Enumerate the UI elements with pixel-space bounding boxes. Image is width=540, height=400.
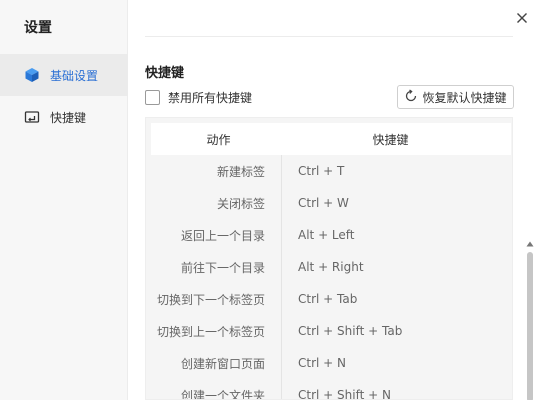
shortcut-cell[interactable]: Alt + Left — [282, 219, 512, 251]
table-row[interactable]: 创建一个文件夹 Ctrl + Shift + N — [146, 379, 512, 399]
shortcut-cell[interactable]: Ctrl + T — [282, 155, 512, 187]
shortcut-cell[interactable]: Ctrl + W — [282, 187, 512, 219]
restore-defaults-button[interactable]: 恢复默认快捷键 — [397, 85, 514, 109]
settings-window: 设置 基础设置 快捷键 快捷键 禁用所有快捷键 恢复默认快捷键 动作 快捷键 新… — [0, 0, 540, 400]
table-body: 新建标签 Ctrl + T 关闭标签 Ctrl + W 返回上一个目录 Alt … — [146, 155, 512, 399]
restore-icon — [404, 88, 418, 106]
shortcuts-table: 动作 快捷键 新建标签 Ctrl + T 关闭标签 Ctrl + W 返回上一个… — [145, 117, 513, 400]
divider — [145, 36, 513, 37]
action-cell: 切换到下一个标签页 — [146, 283, 282, 315]
shortcut-cell[interactable]: Ctrl + N — [282, 347, 512, 379]
close-icon — [516, 9, 528, 28]
sidebar-item-basic-settings[interactable]: 基础设置 — [0, 54, 128, 96]
disable-all-checkbox[interactable] — [145, 89, 160, 105]
shortcut-cell[interactable]: Alt + Right — [282, 251, 512, 283]
table-row[interactable]: 切换到下一个标签页 Ctrl + Tab — [146, 283, 512, 315]
disable-all-shortcuts-toggle[interactable]: 禁用所有快捷键 — [145, 88, 252, 106]
shortcut-cell[interactable]: Ctrl + Shift + N — [282, 379, 512, 399]
close-button[interactable] — [512, 8, 532, 28]
table-row[interactable]: 新建标签 Ctrl + T — [146, 155, 512, 187]
action-cell: 新建标签 — [146, 155, 282, 187]
table-row[interactable]: 切换到上一个标签页 Ctrl + Shift + Tab — [146, 315, 512, 347]
disable-all-label: 禁用所有快捷键 — [168, 90, 253, 105]
keyboard-icon — [24, 109, 40, 125]
scroll-up-arrow-icon[interactable] — [526, 240, 534, 248]
action-cell: 前往下一个目录 — [146, 251, 282, 283]
sidebar-item-label: 快捷键 — [50, 110, 87, 125]
table-row[interactable]: 创建新窗口页面 Ctrl + N — [146, 347, 512, 379]
cube-icon — [24, 67, 40, 83]
action-cell: 创建新窗口页面 — [146, 347, 282, 379]
column-header-action: 动作 — [206, 132, 231, 147]
sidebar-item-label: 基础设置 — [50, 68, 99, 83]
vertical-scrollbar[interactable] — [526, 240, 534, 400]
table-row[interactable]: 前往下一个目录 Alt + Right — [146, 251, 512, 283]
table-row[interactable]: 关闭标签 Ctrl + W — [146, 187, 512, 219]
sidebar-title: 设置 — [24, 20, 52, 36]
restore-label: 恢复默认快捷键 — [422, 90, 507, 105]
action-cell: 切换到上一个标签页 — [146, 315, 282, 347]
section-title: 快捷键 — [145, 66, 185, 81]
sidebar: 设置 基础设置 快捷键 — [0, 0, 128, 400]
scrollbar-thumb[interactable] — [527, 252, 533, 400]
table-header: 动作 快捷键 — [151, 123, 511, 155]
shortcut-cell[interactable]: Ctrl + Tab — [282, 283, 512, 315]
sidebar-item-shortcuts[interactable]: 快捷键 — [0, 96, 128, 138]
table-row[interactable]: 返回上一个目录 Alt + Left — [146, 219, 512, 251]
column-header-shortcut: 快捷键 — [372, 132, 409, 147]
action-cell: 返回上一个目录 — [146, 219, 282, 251]
action-cell: 关闭标签 — [146, 187, 282, 219]
action-cell: 创建一个文件夹 — [146, 379, 282, 399]
shortcut-cell[interactable]: Ctrl + Shift + Tab — [282, 315, 512, 347]
